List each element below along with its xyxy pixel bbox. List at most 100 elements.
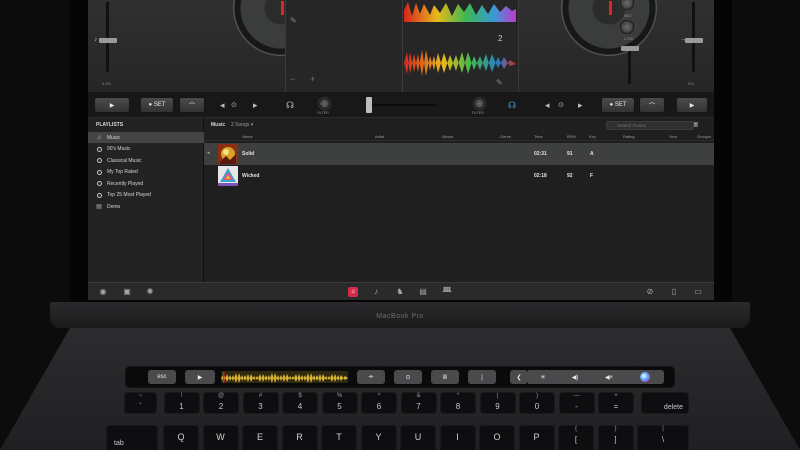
right-headphones-icon[interactable]: ☊ (508, 100, 516, 110)
left-set-cue-button[interactable]: ● SET (140, 97, 174, 113)
sidebar-item-playlist[interactable]: Top 25 Most Played (88, 190, 204, 201)
instruments-icon[interactable]: ᚙ (442, 287, 452, 297)
esc-key[interactable]: esc (148, 370, 176, 384)
right-turntable[interactable] (561, 0, 657, 56)
symbol-key[interactable]: | \ (637, 425, 689, 450)
right-mid-knob[interactable] (620, 20, 634, 34)
crossfader-handle[interactable] (366, 97, 372, 113)
letter-key[interactable]: E (242, 425, 278, 450)
symbol-key[interactable]: }] (597, 425, 634, 450)
sidebar-item-playlist[interactable]: My Top Rated (88, 167, 204, 178)
left-next-icon[interactable]: ▸ (253, 100, 258, 110)
track-row[interactable]: Wicked 02:18 92 F (204, 165, 714, 187)
column-bpm[interactable]: BPM (567, 134, 576, 139)
samples-icon[interactable]: ♞ (395, 287, 405, 297)
left-bend-button[interactable]: ⌒ (179, 97, 205, 113)
letter-key[interactable]: T (321, 425, 357, 450)
letter-key[interactable]: I (439, 425, 476, 450)
right-set-cue-button[interactable]: ● SET (601, 97, 635, 113)
sidebar-item-playlist[interactable]: Classical Music (88, 155, 204, 166)
touchbar-collapse-icon[interactable]: ❮ (510, 370, 528, 384)
right-prev-icon[interactable]: ◂ (545, 100, 550, 110)
symbol-key[interactable]: {[ (558, 425, 594, 450)
touchbar-pads-button[interactable]: Ⅲ (431, 370, 459, 384)
automix-icon[interactable]: ⊘ (645, 287, 655, 297)
column-year[interactable]: Year (669, 134, 677, 139)
right-filter-knob[interactable] (474, 98, 485, 109)
right-edit-icon[interactable]: ✎ (496, 78, 503, 87)
right-loop-icon[interactable]: ⊙ (558, 101, 564, 111)
search-input[interactable] (606, 121, 694, 130)
number-key[interactable]: #3 (242, 392, 279, 414)
sync-icon[interactable]: ◉ (98, 287, 108, 297)
touchbar-waveform-scrubber[interactable] (221, 371, 348, 383)
sidebar-item-playlist[interactable]: Recently Played (88, 178, 204, 189)
left-filter-knob[interactable] (319, 98, 330, 109)
right-pitch-slider[interactable] (685, 38, 703, 43)
letter-key[interactable]: O (479, 425, 515, 450)
track-row[interactable]: ◂ Solid 02:31 91 A (204, 143, 714, 165)
zoom-out-button[interactable]: − (290, 74, 295, 84)
song-count-menu[interactable]: 2 Songs ▾ (231, 122, 253, 128)
number-key[interactable]: ) 0 (519, 392, 555, 414)
number-key[interactable]: ~ ` (124, 392, 157, 414)
number-key[interactable]: ! 1 (163, 392, 200, 414)
column-grouping[interactable]: Groupin (697, 134, 711, 139)
left-edit-icon[interactable]: ✎ (290, 16, 297, 25)
sidebar-item-playlist[interactable]: ▤ Demo (88, 201, 204, 212)
letter-key[interactable]: W (202, 425, 239, 450)
letter-key[interactable]: U (400, 425, 436, 450)
music-library-source-icon[interactable]: ♫ (348, 287, 358, 297)
left-play-button[interactable]: ▶ (94, 97, 130, 113)
right-low-label: LOW (624, 36, 634, 41)
number-key[interactable]: + = (598, 392, 634, 414)
sidebar-item-playlist[interactable]: ♫ Music (88, 132, 204, 143)
music-note-icon[interactable]: ♪ (371, 287, 381, 297)
layout-icon[interactable]: ▭ (693, 287, 703, 297)
zoom-in-button[interactable]: + (310, 74, 315, 84)
video-icon[interactable]: ▣ (122, 287, 132, 297)
left-prev-icon[interactable]: ◂ (220, 100, 225, 110)
delete-key[interactable]: delete (641, 392, 689, 414)
number-key[interactable]: * 8 (440, 392, 476, 414)
column-name[interactable]: Name (242, 134, 253, 139)
split-view-icon[interactable]: ▯ (669, 287, 679, 297)
column-artist[interactable]: Artist (375, 134, 384, 139)
letter-key[interactable]: Q (163, 425, 199, 450)
number-key[interactable]: — - (558, 392, 595, 414)
number-key[interactable]: & 7 (400, 392, 437, 414)
settings-icon[interactable]: ✺ (145, 287, 155, 297)
left-headphones-icon[interactable]: ☊ (286, 100, 294, 110)
mute-icon[interactable]: ◀× (592, 370, 626, 384)
column-genre[interactable]: Genre (500, 134, 511, 139)
right-next-icon[interactable]: ▸ (578, 100, 583, 110)
column-rating[interactable]: Rating (623, 134, 635, 139)
siri-icon[interactable] (626, 370, 664, 384)
right-bend-button[interactable]: ⌒ (639, 97, 665, 113)
touchbar-play-button[interactable]: ▶ (185, 370, 215, 384)
number-key[interactable]: (9 (479, 392, 516, 414)
right-volume-fader[interactable] (621, 46, 639, 51)
brightness-icon[interactable]: ✳ (528, 370, 558, 384)
waveform-display[interactable]: ✎ ✎ − + 2 (285, 0, 519, 92)
touchbar-marker-button[interactable]: ❘ (468, 370, 496, 384)
sidebar-item-playlist[interactable]: 90's Music (88, 144, 204, 155)
column-album[interactable]: Album (442, 134, 453, 139)
left-loop-icon[interactable]: ⊙ (231, 101, 237, 111)
right-play-button[interactable]: ▶ (676, 97, 708, 113)
number-key[interactable]: ^ 6 (361, 392, 397, 414)
volume-icon[interactable]: ◀) (558, 370, 592, 384)
touchbar-pitch-button[interactable]: ⟛ (357, 370, 385, 384)
letter-key[interactable]: P (518, 425, 555, 450)
letter-key[interactable]: Y (360, 425, 397, 450)
column-key[interactable]: Key (589, 134, 596, 139)
left-pitch-slider[interactable] (99, 38, 117, 43)
number-key[interactable]: @2 (203, 392, 239, 414)
recordings-icon[interactable]: ▤ (418, 287, 428, 297)
touchbar-loop-button[interactable]: ⊙ (394, 370, 422, 384)
letter-key[interactable]: R (281, 425, 318, 450)
column-time[interactable]: Time (534, 134, 543, 139)
number-key[interactable]: % 5 (321, 392, 358, 414)
tab-key[interactable]: tab (106, 425, 158, 450)
number-key[interactable]: $4 (282, 392, 318, 414)
